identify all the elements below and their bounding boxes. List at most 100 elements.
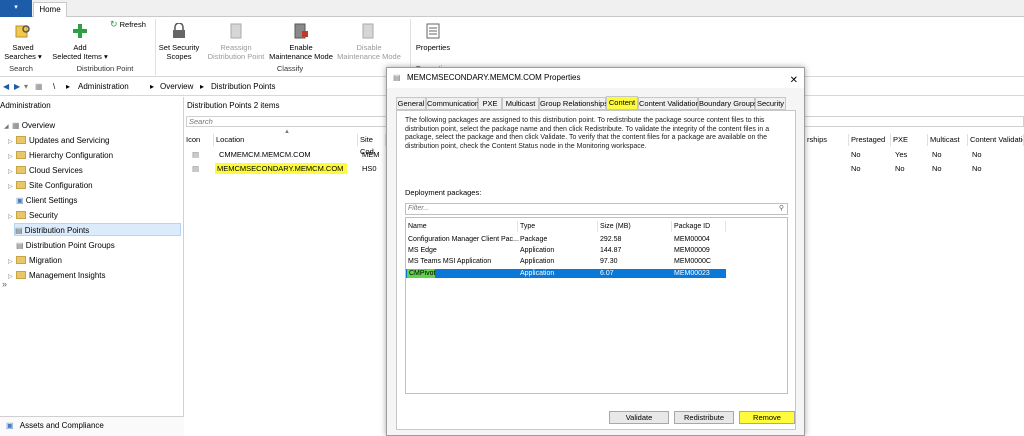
row-prestaged: No — [851, 150, 861, 159]
reassign-dp-button[interactable]: Reassign Distribution Point — [203, 23, 269, 61]
deployment-packages-label: Deployment packages: — [405, 188, 482, 197]
nav-label: Client Settings — [25, 196, 78, 205]
nav-label: Distribution Point Groups — [25, 241, 115, 250]
file-menu-button[interactable]: ▾ — [0, 0, 32, 17]
expand-icon[interactable]: ▷ — [8, 136, 16, 149]
back-arrow-icon[interactable]: ◀ — [3, 82, 9, 91]
folder-icon — [16, 151, 26, 159]
expand-icon[interactable]: ▷ — [8, 271, 16, 284]
search-icon[interactable]: ⚲ — [779, 204, 784, 214]
nav-label: Overview — [21, 121, 56, 130]
workspace-assets-and-compliance[interactable]: ▣ Assets and Compliance — [0, 416, 184, 436]
expand-icon[interactable]: ▷ — [8, 256, 16, 269]
tab-general[interactable]: General — [396, 97, 426, 110]
nav-item-cloud[interactable]: ▷ Cloud Services — [8, 164, 83, 177]
breadcrumb-separator: ▸ — [66, 82, 71, 91]
pkg-column-id[interactable]: Package ID — [672, 221, 726, 232]
column-header-site-code[interactable]: Site Cod — [358, 134, 386, 156]
remove-button[interactable]: Remove — [739, 411, 795, 424]
expand-icon[interactable]: ◢ — [4, 121, 12, 134]
pkg-column-size[interactable]: Size (MB) — [598, 221, 672, 232]
tab-content[interactable]: Content — [606, 96, 638, 110]
folder-icon — [16, 166, 26, 174]
column-header-content-validation[interactable]: Content Validation — [968, 134, 1024, 146]
group-distribution-point-label: Distribution Point — [76, 64, 134, 73]
nav-item-dp-groups[interactable]: ▤ Distribution Point Groups — [16, 239, 115, 252]
group-search-label: Search — [9, 64, 33, 73]
nav-item-security[interactable]: ▷ Security — [8, 209, 58, 222]
saved-searches-button[interactable]: Saved Searches ▾ — [4, 23, 42, 61]
collapse-pane-icon[interactable]: » — [2, 279, 7, 289]
nav-label: Updates and Servicing — [29, 136, 110, 145]
column-header-prestaged[interactable]: Prestaged — [849, 134, 891, 146]
tab-content-validation[interactable]: Content Validation — [638, 97, 700, 110]
close-icon[interactable]: ✕ — [790, 71, 798, 91]
nav-item-updates[interactable]: ▷ Updates and Servicing — [8, 134, 110, 147]
nav-item-hierarchy[interactable]: ▷ Hierarchy Configuration — [8, 149, 113, 162]
nav-item-overview[interactable]: ◢ ▦ Overview — [4, 119, 55, 132]
tab-communication[interactable]: Communication — [426, 97, 479, 110]
row-pxe: No — [895, 164, 905, 173]
tab-pxe[interactable]: PXE — [478, 97, 502, 110]
add-selected-label: Add Selected Items ▾ — [52, 43, 108, 61]
row-location: MEMCMSECONDARY.MEMCM.COM — [215, 163, 348, 174]
reassign-dp-label: Reassign Distribution Point — [207, 43, 265, 61]
breadcrumb-overview[interactable]: Overview — [160, 82, 193, 91]
expand-icon[interactable]: ▷ — [8, 166, 16, 179]
expand-icon[interactable]: ▷ — [8, 151, 16, 164]
column-header-pxe[interactable]: PXE — [891, 134, 928, 146]
row-site-code: HS0 — [362, 164, 377, 173]
folder-icon — [16, 256, 26, 264]
dialog-title-bar: ▤ MEMCMSECONDARY.MEMCM.COM Properties ✕ — [387, 68, 804, 88]
expand-icon[interactable]: ▷ — [8, 181, 16, 194]
row-site-code: MEM — [362, 150, 380, 159]
breadcrumb-separator: ▸ — [150, 82, 155, 91]
column-header-location[interactable]: Location — [214, 134, 358, 146]
pkg-size: 144.87 — [600, 247, 622, 254]
nav-label: Security — [29, 211, 58, 220]
validate-button[interactable]: Validate — [609, 411, 669, 424]
tab-group-relationships[interactable]: Group Relationships — [539, 97, 608, 110]
pkg-id: MEM0000C — [674, 258, 711, 265]
breadcrumb-administration[interactable]: Administration — [78, 82, 129, 91]
nav-label: Cloud Services — [29, 166, 83, 175]
tab-home[interactable]: Home — [33, 2, 67, 18]
nav-item-migration[interactable]: ▷ Migration — [8, 254, 62, 267]
forward-arrow-icon[interactable]: ▶ — [14, 82, 20, 91]
filter-input[interactable]: Filter... ⚲ — [405, 203, 788, 215]
enable-maintenance-button[interactable]: Enable Maintenance Mode — [268, 23, 334, 61]
history-dropdown-icon[interactable]: ▾ — [24, 82, 28, 91]
disable-maintenance-button[interactable]: Disable Maintenance Mode — [334, 23, 404, 61]
dp-row-icon: ▤ — [192, 164, 200, 173]
row-multicast: No — [932, 164, 942, 173]
properties-button[interactable]: Properties — [413, 23, 453, 52]
tab-security[interactable]: Security — [755, 97, 786, 110]
redistribute-button[interactable]: Redistribute — [674, 411, 734, 424]
column-header-multicast[interactable]: Multicast — [928, 134, 968, 146]
pkg-column-name[interactable]: Name — [406, 221, 518, 232]
set-security-scopes-button[interactable]: Set Security Scopes — [158, 22, 200, 61]
tab-multicast[interactable]: Multicast — [502, 97, 539, 110]
nav-label: Management Insights — [29, 271, 106, 280]
tab-boundary-groups[interactable]: Boundary Groups — [698, 97, 758, 110]
column-header-relationships[interactable]: rships — [805, 134, 849, 146]
pkg-column-type[interactable]: Type — [518, 221, 598, 232]
nav-label: Distribution Points — [24, 226, 90, 235]
breadcrumb-distribution-points[interactable]: Distribution Points — [211, 82, 275, 91]
nav-item-management-insights[interactable]: ▷ Management Insights — [8, 269, 106, 282]
nav-label: Migration — [29, 256, 62, 265]
filter-placeholder: Filter... — [408, 205, 430, 212]
folder-icon — [16, 211, 26, 219]
breadcrumb-root[interactable]: \ — [53, 82, 55, 91]
enable-maintenance-label: Enable Maintenance Mode — [269, 43, 333, 61]
row-content-validation: No — [972, 164, 982, 173]
plus-icon — [73, 24, 87, 38]
saved-searches-icon — [15, 25, 30, 38]
nav-item-distribution-points[interactable]: ▤ Distribution Points — [14, 223, 181, 236]
nav-item-site-config[interactable]: ▷ Site Configuration — [8, 179, 93, 192]
nav-label: Hierarchy Configuration — [29, 151, 114, 160]
column-header-icon[interactable]: Icon — [184, 134, 214, 146]
add-selected-items-button[interactable]: Add Selected Items ▾ — [50, 23, 110, 61]
nav-item-client-settings[interactable]: ▣ Client Settings — [16, 194, 77, 207]
refresh-button[interactable]: ↻ Refresh — [110, 20, 150, 30]
